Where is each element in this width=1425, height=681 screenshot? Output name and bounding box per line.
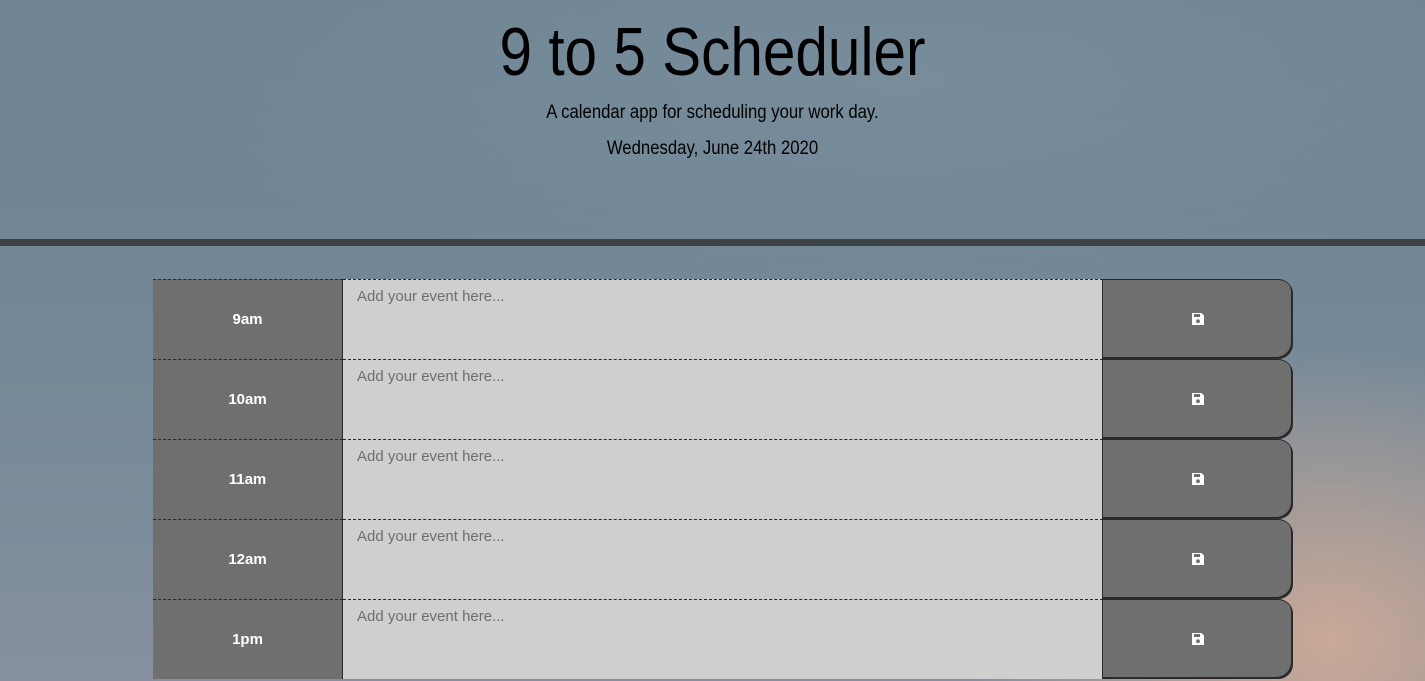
header: 9 to 5 Scheduler A calendar app for sche…: [0, 0, 1425, 239]
event-textarea[interactable]: [343, 519, 1103, 599]
schedule-container: 9am 10am 11am: [153, 279, 1293, 679]
save-button[interactable]: [1103, 279, 1293, 359]
save-button[interactable]: [1103, 439, 1293, 519]
page-subtitle: A calendar app for scheduling your work …: [546, 102, 879, 123]
hour-label: 1pm: [153, 599, 343, 679]
save-icon: [1192, 633, 1204, 645]
save-icon: [1192, 313, 1204, 325]
time-block-row: 9am: [153, 279, 1293, 359]
event-textarea[interactable]: [343, 359, 1103, 439]
time-block-row: 10am: [153, 359, 1293, 439]
time-block-row: 11am: [153, 439, 1293, 519]
time-block-row: 1pm: [153, 599, 1293, 679]
save-button[interactable]: [1103, 359, 1293, 439]
save-button[interactable]: [1103, 599, 1293, 679]
page-title: 9 to 5 Scheduler: [499, 14, 926, 90]
hour-label: 10am: [153, 359, 343, 439]
event-textarea[interactable]: [343, 439, 1103, 519]
time-block-row: 12am: [153, 519, 1293, 599]
event-textarea[interactable]: [343, 599, 1103, 679]
event-textarea[interactable]: [343, 279, 1103, 359]
hour-label: 9am: [153, 279, 343, 359]
save-icon: [1192, 393, 1204, 405]
current-day: Wednesday, June 24th 2020: [606, 138, 819, 159]
hour-label: 11am: [153, 439, 343, 519]
hour-label: 12am: [153, 519, 343, 599]
save-icon: [1192, 473, 1204, 485]
save-button[interactable]: [1103, 519, 1293, 599]
header-divider: [0, 239, 1425, 246]
save-icon: [1192, 553, 1204, 565]
